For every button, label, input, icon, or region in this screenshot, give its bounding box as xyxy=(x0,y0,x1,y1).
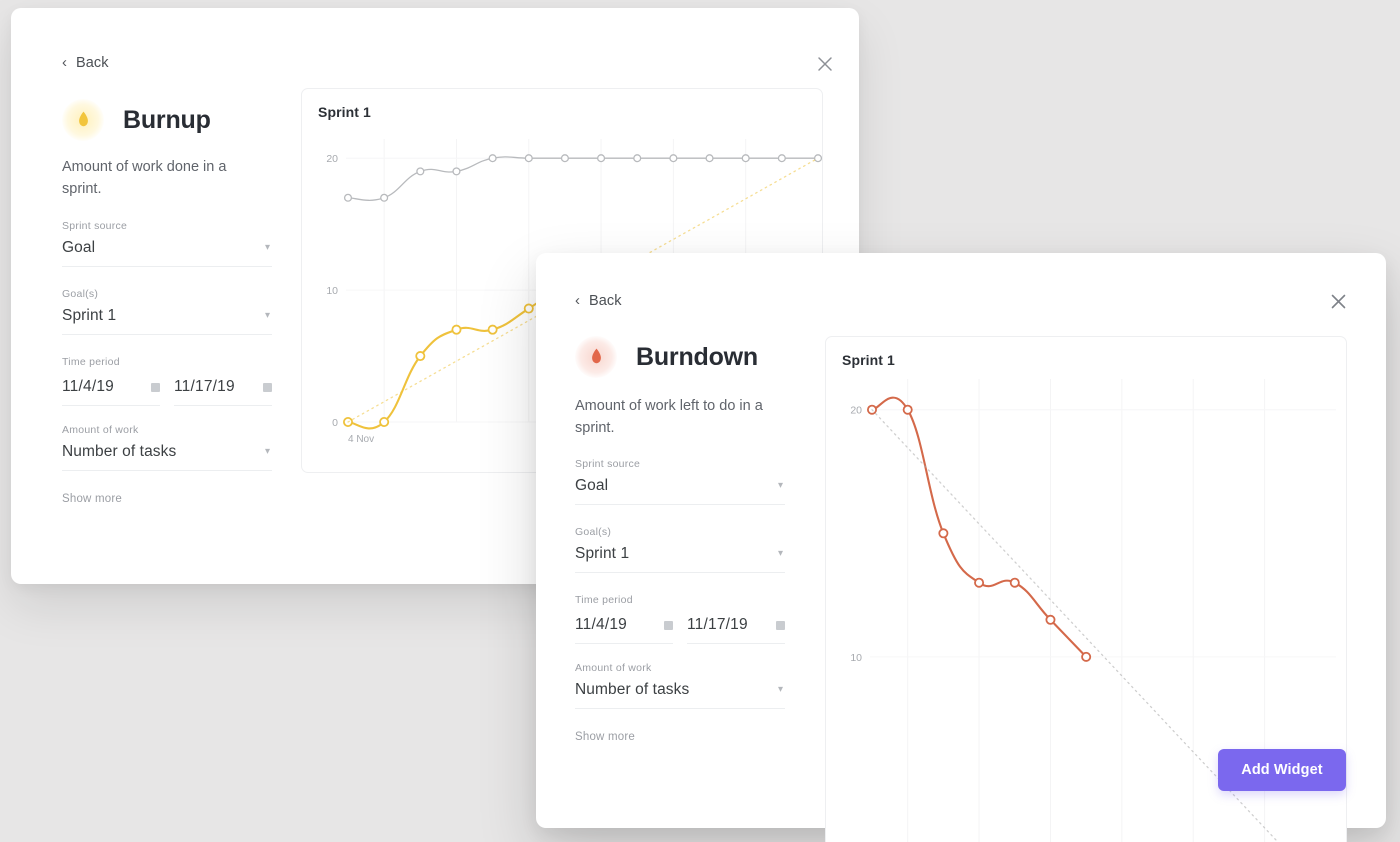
burndown-end-date-input[interactable]: 11/17/19 xyxy=(687,616,785,644)
chevron-down-icon: ▾ xyxy=(777,480,783,491)
svg-text:20: 20 xyxy=(850,405,862,417)
calendar-icon xyxy=(664,620,673,630)
burndown-sprint-source-label: Sprint source xyxy=(575,458,641,470)
burndown-widget-panel: ‹ Back Burndown Amount of work left to d… xyxy=(536,253,1386,842)
svg-text:10: 10 xyxy=(326,285,338,297)
burndown-description: Amount of work left to do in a sprint. xyxy=(575,398,763,437)
burnup-end-date-value: 11/17/19 xyxy=(174,378,235,395)
burnup-sprint-source-field[interactable]: Sprint source Goal ▾ xyxy=(62,220,272,267)
burnup-header: Burnup xyxy=(62,99,211,141)
burndown-back-button[interactable]: ‹ Back xyxy=(575,291,622,310)
burndown-start-date-input[interactable]: 11/4/19 xyxy=(575,616,673,644)
burnup-sprint-source-value: Goal xyxy=(62,239,96,256)
burndown-header: Burndown xyxy=(575,336,758,378)
burndown-amount-of-work-value: Number of tasks xyxy=(575,681,690,698)
burnup-back-label: Back xyxy=(76,55,109,71)
close-icon xyxy=(818,57,832,71)
chevron-down-icon: ▾ xyxy=(264,242,270,253)
burnup-start-date-input[interactable]: 11/4/19 xyxy=(62,378,160,406)
chevron-left-icon: ‹ xyxy=(575,291,580,309)
svg-text:4 Nov: 4 Nov xyxy=(348,434,374,445)
burnup-goals-field[interactable]: Goal(s) Sprint 1 ▾ xyxy=(62,288,272,335)
burnup-time-period-label: Time period xyxy=(62,356,120,368)
burndown-show-more-link[interactable]: Show more xyxy=(575,731,635,743)
burndown-amount-of-work-label: Amount of work xyxy=(575,662,652,674)
burnup-title: Burnup xyxy=(123,105,211,134)
calendar-icon xyxy=(151,382,160,392)
burndown-sprint-source-value: Goal xyxy=(575,477,609,494)
burndown-goals-label: Goal(s) xyxy=(575,526,612,538)
burnup-amount-of-work-label: Amount of work xyxy=(62,424,139,436)
flame-icon xyxy=(62,99,104,141)
burndown-close-button[interactable] xyxy=(1324,287,1352,315)
burnup-start-date-value: 11/4/19 xyxy=(62,378,114,395)
burnup-description: Amount of work done in a sprint. xyxy=(62,159,227,198)
chevron-down-icon: ▾ xyxy=(264,446,270,457)
burnup-goals-label: Goal(s) xyxy=(62,288,99,300)
svg-text:0: 0 xyxy=(332,417,338,429)
burnup-amount-of-work-value: Number of tasks xyxy=(62,443,177,460)
add-widget-button[interactable]: Add Widget xyxy=(1218,749,1346,791)
svg-text:20: 20 xyxy=(326,153,338,165)
burndown-amount-of-work-field[interactable]: Amount of work Number of tasks ▾ xyxy=(575,662,785,709)
burndown-date-range: 11/4/19 11/17/19 xyxy=(575,616,785,644)
chevron-down-icon: ▾ xyxy=(264,310,270,321)
close-icon xyxy=(1331,294,1345,308)
burnup-date-range: 11/4/19 11/17/19 xyxy=(62,378,272,406)
calendar-icon xyxy=(263,382,272,392)
burnup-show-more-link[interactable]: Show more xyxy=(62,493,122,505)
burndown-back-label: Back xyxy=(589,293,622,309)
burndown-sprint-source-field[interactable]: Sprint source Goal ▾ xyxy=(575,458,785,505)
burndown-time-period-group: Time period xyxy=(575,594,785,613)
burndown-goals-value: Sprint 1 xyxy=(575,545,630,562)
burndown-time-period-label: Time period xyxy=(575,594,633,606)
burndown-goals-field[interactable]: Goal(s) Sprint 1 ▾ xyxy=(575,526,785,573)
calendar-icon xyxy=(776,620,785,630)
chevron-down-icon: ▾ xyxy=(777,548,783,559)
app-stage: ‹ Back Burnup Amount of work done in a s… xyxy=(0,0,1400,842)
burndown-title: Burndown xyxy=(636,342,758,371)
burnup-amount-of-work-field[interactable]: Amount of work Number of tasks ▾ xyxy=(62,424,272,471)
chevron-left-icon: ‹ xyxy=(62,53,67,71)
flame-icon xyxy=(575,336,617,378)
burnup-close-button[interactable] xyxy=(811,50,839,78)
burndown-end-date-value: 11/17/19 xyxy=(687,616,748,633)
chevron-down-icon: ▾ xyxy=(777,684,783,695)
burnup-goals-value: Sprint 1 xyxy=(62,307,117,324)
svg-text:10: 10 xyxy=(850,652,862,664)
burnup-sprint-source-label: Sprint source xyxy=(62,220,128,232)
burnup-back-button[interactable]: ‹ Back xyxy=(62,53,109,72)
burnup-time-period-group: Time period xyxy=(62,356,272,375)
burndown-start-date-value: 11/4/19 xyxy=(575,616,627,633)
burnup-end-date-input[interactable]: 11/17/19 xyxy=(174,378,272,406)
